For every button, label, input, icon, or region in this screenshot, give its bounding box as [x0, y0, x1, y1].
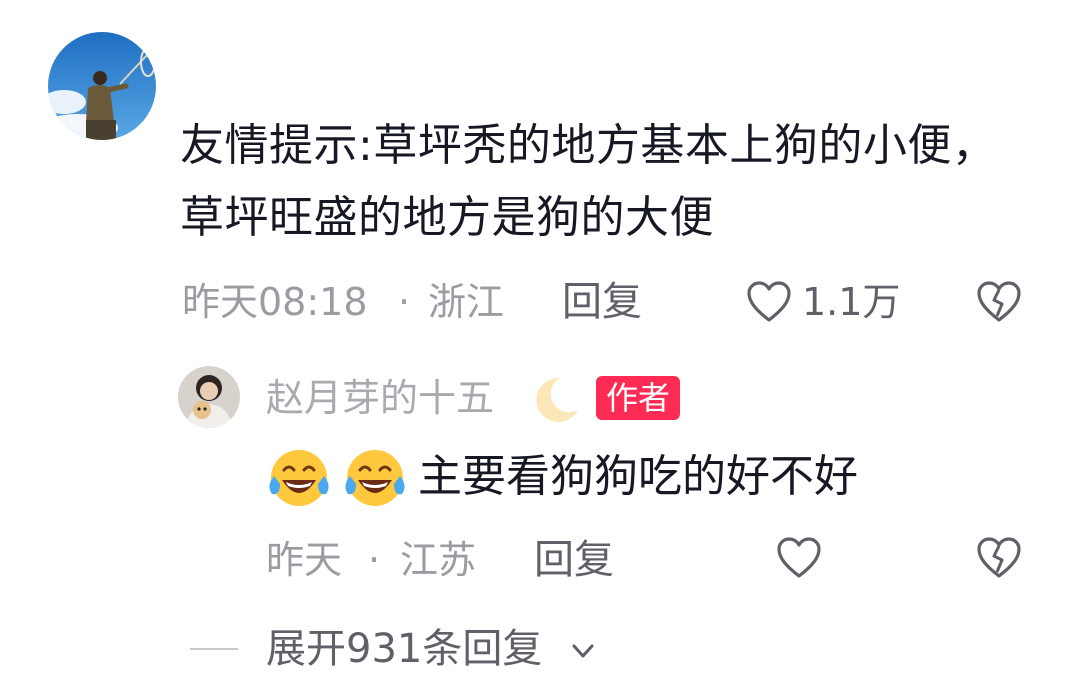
broken-heart-icon — [977, 281, 1021, 322]
reply-text: 主要看狗狗吃的好不好 — [418, 451, 858, 502]
reply-button[interactable]: 回复 — [534, 538, 614, 582]
comment-time: 昨天08:18 — [182, 280, 368, 324]
tears-of-joy-emoji — [264, 446, 334, 510]
reply-location: 江苏 — [400, 538, 477, 582]
reply-time: 昨天 — [266, 538, 343, 582]
expand-replies-button[interactable]: 展开931条回复 — [266, 624, 542, 674]
reply-avatar[interactable] — [178, 366, 240, 428]
avatar-photo — [178, 366, 240, 428]
chevron-down-icon[interactable] — [568, 636, 598, 666]
avatar-photo — [48, 32, 156, 140]
meta-separator: · — [398, 280, 411, 324]
comment-text: 友情提示:草坪秃的地方基本上狗的小便，草坪旺盛的地方是狗的大便 — [180, 120, 997, 243]
tears-of-joy-emoji — [340, 446, 410, 510]
like-button[interactable] — [746, 280, 792, 324]
dislike-button[interactable] — [976, 536, 1022, 580]
like-count: 1.1万 — [802, 280, 901, 324]
dislike-button[interactable] — [976, 280, 1022, 324]
reply-username[interactable]: 赵月芽的十五 — [266, 374, 494, 422]
like-button[interactable] — [776, 536, 822, 580]
comment-location: 浙江 — [428, 280, 505, 324]
meta-separator: · — [368, 538, 381, 582]
crescent-moon-icon — [530, 374, 582, 426]
author-badge: 作者 — [596, 376, 681, 420]
commenter-avatar[interactable] — [48, 32, 156, 140]
expand-divider — [190, 648, 238, 650]
heart-icon — [747, 281, 791, 322]
broken-heart-icon — [977, 537, 1021, 578]
reply-button[interactable]: 回复 — [562, 280, 642, 324]
heart-icon — [777, 537, 821, 578]
